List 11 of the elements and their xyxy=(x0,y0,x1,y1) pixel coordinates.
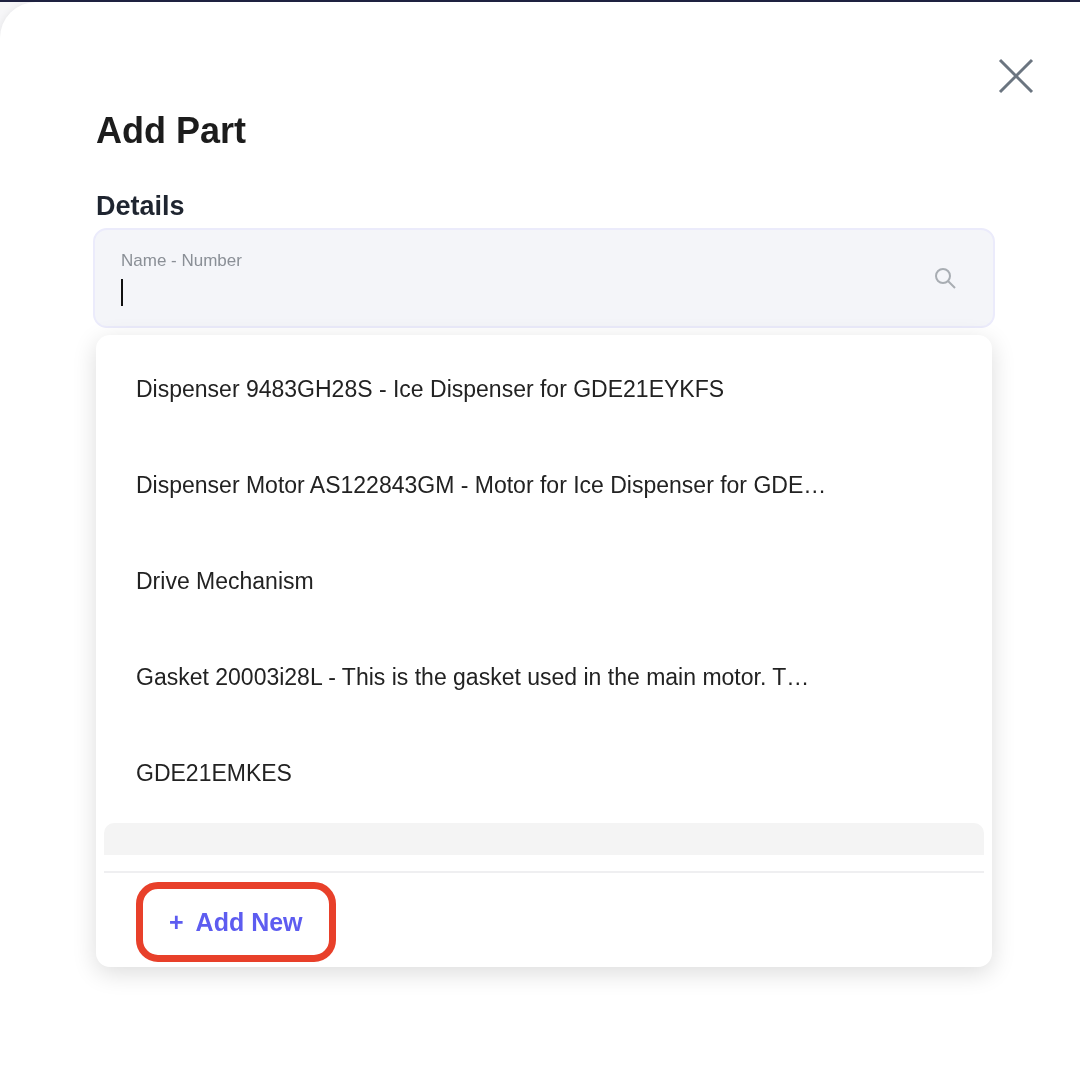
close-button[interactable] xyxy=(996,56,1036,96)
search-icon xyxy=(933,266,957,290)
dropdown-option[interactable]: Gasket 20003i28L - This is the gasket used in the main motor. T… xyxy=(104,629,984,725)
section-heading: Details xyxy=(96,190,186,222)
add-new-button[interactable]: + Add New xyxy=(136,882,336,962)
dropdown-option[interactable]: GDE21EMKES xyxy=(104,725,984,821)
dropdown-option[interactable]: Dispenser Motor AS122843GM - Motor for Ice Dispenser for GDE… xyxy=(104,437,984,533)
dropdown-option[interactable]: Dispenser 9483GH28S - Ice Dispenser for GDE21EYKFS xyxy=(104,341,984,437)
dialog-title: Add Part xyxy=(96,110,247,152)
close-icon xyxy=(996,56,1036,96)
dropdown-option[interactable]: Drive Mechanism xyxy=(104,533,984,629)
